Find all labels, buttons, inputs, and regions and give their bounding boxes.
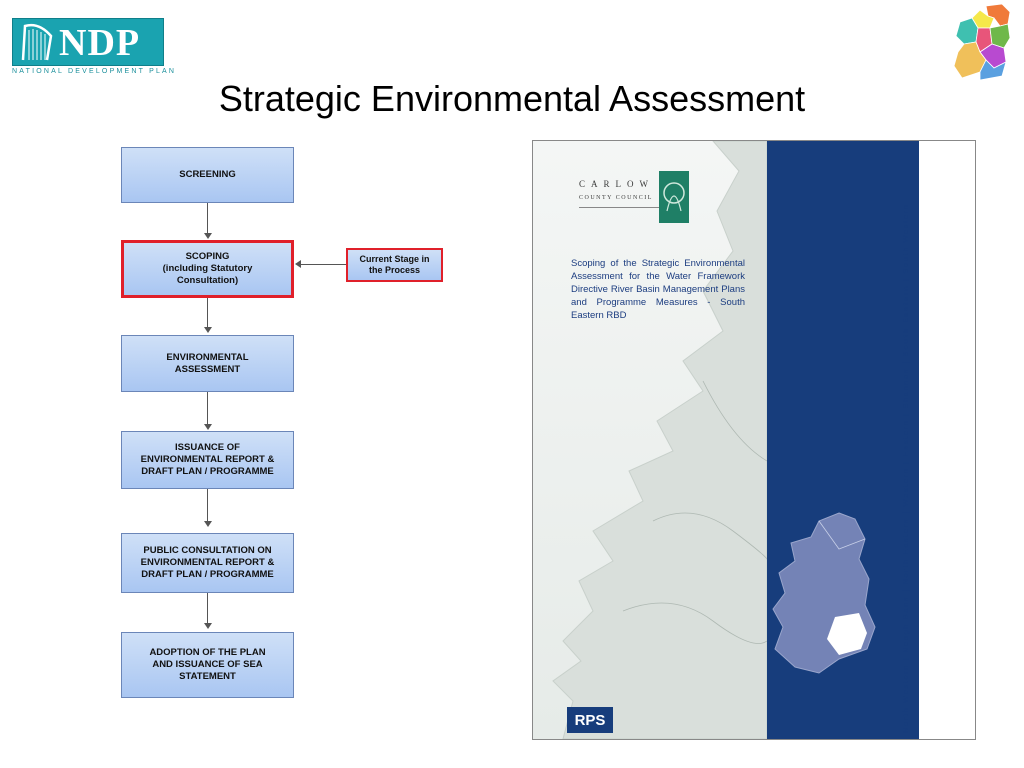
callout-arrowhead [295, 260, 301, 268]
council-name: CARLOW [579, 179, 654, 189]
council-divider [579, 207, 659, 208]
ireland-rbd-map-icon [772, 512, 876, 674]
report-cover: North Western | Neagh Bann | North Easte… [532, 140, 976, 740]
flow-arrowhead [204, 327, 212, 333]
current-stage-callout: Current Stage in the Process [346, 248, 443, 282]
harp-icon [21, 23, 53, 61]
flow-arrowhead [204, 521, 212, 527]
flow-step-environmental-assessment: ENVIRONMENTAL ASSESSMENT [121, 335, 294, 392]
river-basin-district-list: North Western | Neagh Bann | North Easte… [901, 203, 910, 733]
flow-connector [207, 392, 208, 425]
ireland-background-map [533, 141, 767, 739]
flow-step-screening: SCREENING [121, 147, 294, 203]
ndp-logo-text: NDP [59, 22, 141, 64]
ndp-logo: NDP NATIONAL DEVELOPMENT PLAN [12, 18, 177, 78]
cover-title: Scoping of the Strategic Environmental A… [571, 258, 745, 321]
flow-arrowhead [204, 623, 212, 629]
flow-step-issuance-report: ISSUANCE OF ENVIRONMENTAL REPORT & DRAFT… [121, 431, 294, 489]
flow-step-public-consultation: PUBLIC CONSULTATION ON ENVIRONMENTAL REP… [121, 533, 294, 593]
flow-step-adoption: ADOPTION OF THE PLAN AND ISSUANCE OF SEA… [121, 632, 294, 698]
council-subtitle: COUNTY COUNCIL [579, 195, 653, 201]
callout-connector [300, 264, 346, 265]
flow-arrowhead [204, 233, 212, 239]
flow-arrowhead [204, 424, 212, 430]
ireland-regions-map-icon [953, 3, 1011, 81]
flow-connector [207, 489, 208, 522]
flow-connector [207, 593, 208, 624]
flow-connector [207, 203, 208, 234]
flow-connector [207, 298, 208, 328]
cover-region-strip [919, 141, 975, 739]
flow-step-scoping: SCOPING (including Statutory Consultatio… [121, 240, 294, 298]
ndp-logo-box: NDP [12, 18, 164, 66]
page-title: Strategic Environmental Assessment [218, 78, 806, 119]
rps-logo: RPS [567, 707, 613, 733]
ndp-logo-subtitle: NATIONAL DEVELOPMENT PLAN [12, 68, 177, 75]
council-emblem-icon [659, 171, 689, 223]
